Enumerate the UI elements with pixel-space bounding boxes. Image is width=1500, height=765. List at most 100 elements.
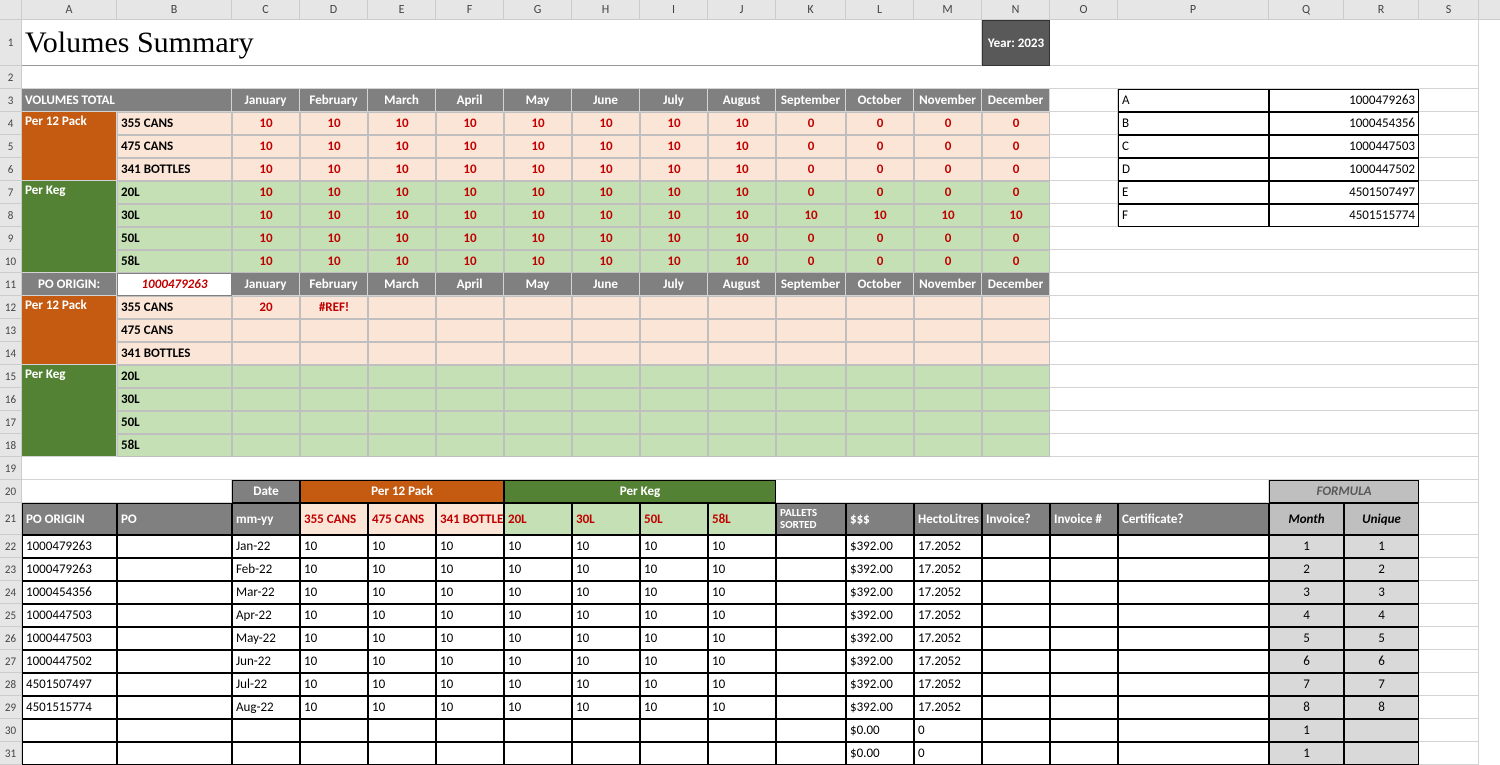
spreadsheet-grid[interactable]: Volumes SummaryYear: 2023VOLUMES TOTALJa…: [22, 20, 1500, 765]
data-cell[interactable]: 10: [300, 673, 368, 696]
data-cell[interactable]: 17.2052: [914, 650, 982, 673]
data-cell[interactable]: [436, 719, 504, 742]
data-cell[interactable]: [776, 650, 846, 673]
data-cell[interactable]: 10: [640, 673, 708, 696]
data-cell[interactable]: 10: [708, 650, 776, 673]
data-cell[interactable]: [117, 627, 232, 650]
data-cell[interactable]: 10: [640, 696, 708, 719]
data-cell[interactable]: Apr-22: [232, 604, 300, 627]
row-header-6[interactable]: 6: [0, 158, 22, 181]
data-cell[interactable]: [1050, 558, 1118, 581]
col-header-I[interactable]: I: [640, 0, 708, 19]
data-cell[interactable]: 10: [300, 535, 368, 558]
data-cell[interactable]: [776, 581, 846, 604]
col-header-E[interactable]: E: [368, 0, 436, 19]
row-header-27[interactable]: 27: [0, 650, 22, 673]
data-cell[interactable]: [1118, 627, 1269, 650]
data-cell[interactable]: 10: [436, 627, 504, 650]
data-cell[interactable]: [982, 535, 1050, 558]
data-cell[interactable]: [117, 604, 232, 627]
data-cell[interactable]: [776, 604, 846, 627]
data-cell[interactable]: 10: [572, 696, 640, 719]
row-header-2[interactable]: 2: [0, 66, 22, 89]
row-header-15[interactable]: 15: [0, 365, 22, 388]
col-header-A[interactable]: A: [22, 0, 117, 19]
row-header-17[interactable]: 17: [0, 411, 22, 434]
data-cell[interactable]: 10: [504, 650, 572, 673]
data-cell[interactable]: 10: [640, 604, 708, 627]
data-cell[interactable]: 10: [368, 535, 436, 558]
col-header-R[interactable]: R: [1344, 0, 1419, 19]
row-header-29[interactable]: 29: [0, 696, 22, 719]
data-cell[interactable]: 10: [708, 696, 776, 719]
col-header-L[interactable]: L: [846, 0, 914, 19]
data-cell[interactable]: $392.00: [846, 673, 914, 696]
row-header-4[interactable]: 4: [0, 112, 22, 135]
data-cell[interactable]: 10: [300, 650, 368, 673]
data-cell[interactable]: [708, 719, 776, 742]
po-origin-value[interactable]: 1000479263: [117, 273, 232, 296]
data-cell[interactable]: [1050, 719, 1118, 742]
data-cell[interactable]: [982, 604, 1050, 627]
row-header-18[interactable]: 18: [0, 434, 22, 457]
data-cell[interactable]: [572, 719, 640, 742]
data-cell[interactable]: [117, 581, 232, 604]
row-header-24[interactable]: 24: [0, 581, 22, 604]
data-cell[interactable]: $392.00: [846, 696, 914, 719]
data-cell[interactable]: [436, 742, 504, 765]
data-cell[interactable]: Jun-22: [232, 650, 300, 673]
data-cell[interactable]: 10: [368, 558, 436, 581]
data-cell[interactable]: 10: [504, 558, 572, 581]
row-header-19[interactable]: 19: [0, 457, 22, 480]
row-header-21[interactable]: 21: [0, 503, 22, 535]
data-cell[interactable]: 1000447503: [22, 604, 117, 627]
col-header-K[interactable]: K: [776, 0, 846, 19]
data-cell[interactable]: 10: [368, 581, 436, 604]
data-cell[interactable]: [776, 627, 846, 650]
data-cell[interactable]: $0.00: [846, 719, 914, 742]
data-cell[interactable]: [1050, 604, 1118, 627]
data-cell[interactable]: 17.2052: [914, 627, 982, 650]
data-cell[interactable]: 10: [436, 581, 504, 604]
row-header-13[interactable]: 13: [0, 319, 22, 342]
data-cell[interactable]: $392.00: [846, 581, 914, 604]
data-cell[interactable]: 10: [572, 673, 640, 696]
data-cell[interactable]: 17.2052: [914, 604, 982, 627]
data-cell[interactable]: [117, 535, 232, 558]
data-cell[interactable]: [300, 742, 368, 765]
data-cell[interactable]: [117, 558, 232, 581]
data-cell[interactable]: 10: [572, 604, 640, 627]
data-cell[interactable]: [776, 673, 846, 696]
data-cell[interactable]: [1118, 742, 1269, 765]
row-header-23[interactable]: 23: [0, 558, 22, 581]
row-header-12[interactable]: 12: [0, 296, 22, 319]
data-cell[interactable]: [22, 742, 117, 765]
data-cell[interactable]: [1118, 581, 1269, 604]
col-header-B[interactable]: B: [117, 0, 232, 19]
col-header-M[interactable]: M: [914, 0, 982, 19]
data-cell[interactable]: [982, 696, 1050, 719]
data-cell[interactable]: [1050, 581, 1118, 604]
data-cell[interactable]: 10: [300, 604, 368, 627]
data-cell[interactable]: 17.2052: [914, 696, 982, 719]
data-cell[interactable]: 10: [504, 581, 572, 604]
col-header-Q[interactable]: Q: [1269, 0, 1344, 19]
data-cell[interactable]: [504, 719, 572, 742]
data-cell[interactable]: 10: [640, 627, 708, 650]
data-cell[interactable]: [1118, 673, 1269, 696]
row-header-28[interactable]: 28: [0, 673, 22, 696]
data-cell[interactable]: 10: [300, 558, 368, 581]
data-cell[interactable]: [1050, 535, 1118, 558]
data-cell[interactable]: 10: [368, 650, 436, 673]
data-cell[interactable]: [708, 742, 776, 765]
data-cell[interactable]: 10: [504, 673, 572, 696]
data-cell[interactable]: 10: [640, 535, 708, 558]
data-cell[interactable]: 10: [368, 604, 436, 627]
data-cell[interactable]: 10: [368, 673, 436, 696]
data-cell[interactable]: Jul-22: [232, 673, 300, 696]
data-cell[interactable]: 10: [368, 696, 436, 719]
data-cell[interactable]: 10: [572, 558, 640, 581]
data-cell[interactable]: [1050, 627, 1118, 650]
row-header-11[interactable]: 11: [0, 273, 22, 296]
col-header-G[interactable]: G: [504, 0, 572, 19]
